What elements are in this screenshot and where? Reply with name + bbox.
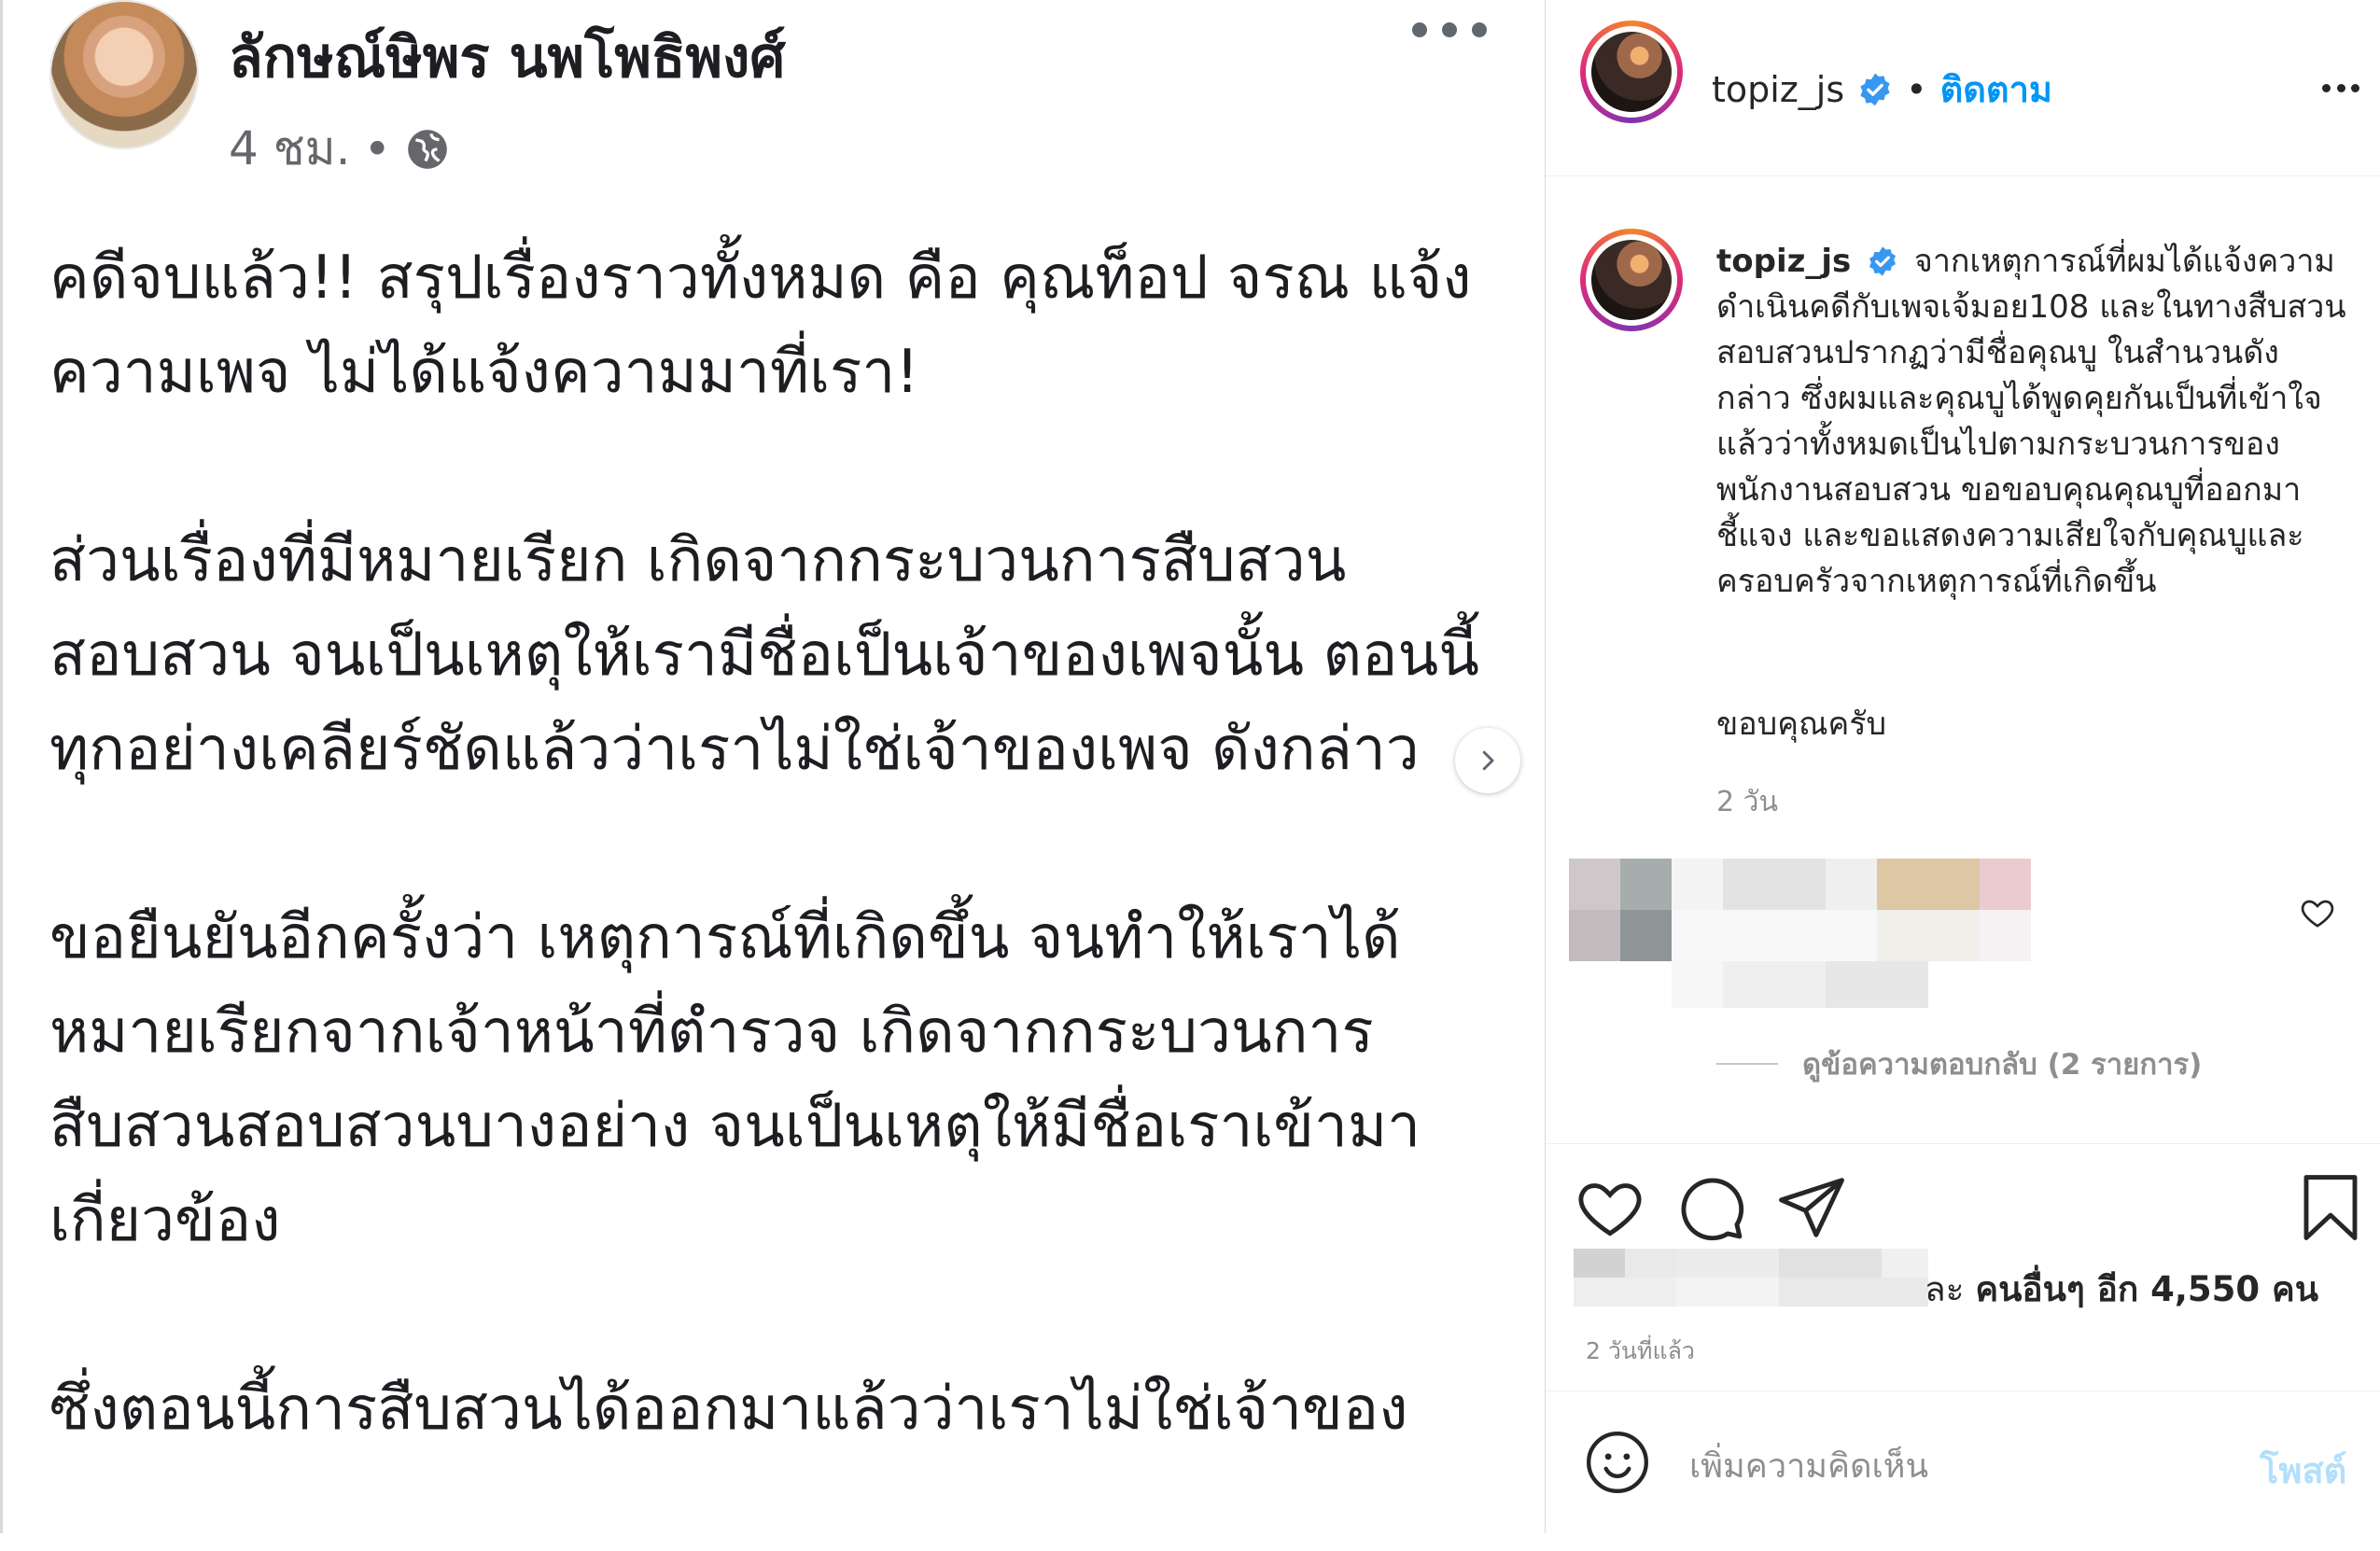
more-horizontal-icon[interactable] bbox=[1412, 11, 1487, 49]
share-icon[interactable] bbox=[1775, 1171, 1848, 1244]
verified-badge-icon bbox=[1869, 246, 1897, 276]
emoji-icon[interactable] bbox=[1583, 1428, 1652, 1497]
post-header: topiz_js • ติดตาม bbox=[1712, 61, 2052, 118]
more-options-icon[interactable] bbox=[2322, 82, 2359, 93]
caption-avatar[interactable] bbox=[1580, 229, 1683, 331]
like-comment-heart-icon[interactable] bbox=[2299, 894, 2336, 931]
bookmark-icon[interactable] bbox=[2294, 1171, 2367, 1244]
header-username[interactable]: topiz_js bbox=[1712, 69, 1844, 110]
header-dot: • bbox=[1906, 68, 1927, 110]
post-paragraph: ขอยืนยันอีกครั้งว่า เหตุการณ์ที่เกิดขึ้น… bbox=[49, 903, 1421, 1255]
author-avatar[interactable] bbox=[49, 0, 199, 149]
caption-username[interactable]: topiz_js bbox=[1716, 243, 1851, 280]
caption-thanks: ขอบคุณครับ bbox=[1716, 706, 1887, 743]
post-meta: 4 ชม. • bbox=[229, 112, 451, 186]
post-paragraph: ส่วนเรื่องที่มีหมายเรียก เกิดจากกระบวนกา… bbox=[49, 526, 1479, 784]
author-name[interactable]: ลักษณ์ษิพร นพโพธิพงศ์ bbox=[229, 13, 785, 102]
next-button[interactable] bbox=[1455, 728, 1520, 793]
post-time[interactable]: 4 ชม. bbox=[229, 112, 351, 186]
caption-text: จากเหตุการณ์ที่ผมได้แจ้งความดำเนินคดีกับ… bbox=[1716, 243, 2346, 600]
chevron-right-icon bbox=[1482, 750, 1494, 771]
caption-time: 2 วัน bbox=[1716, 786, 1778, 818]
likes-others: คนอื่นๆ อีก 4,550 คน bbox=[1975, 1269, 2319, 1309]
header-divider bbox=[1546, 175, 2380, 176]
facebook-post: ลักษณ์ษิพร นพโพธิพงศ์ 4 ชม. • คดีจบแล้ว!… bbox=[0, 0, 1540, 1533]
meta-separator: • bbox=[363, 121, 392, 176]
post-comment-button[interactable]: โพสต์ bbox=[2260, 1442, 2346, 1499]
actions-divider bbox=[1546, 1143, 2380, 1144]
instagram-post-panel: topiz_js • ติดตาม topiz_js จากเหตุการณ์ท… bbox=[1545, 0, 2380, 1533]
comment-icon[interactable] bbox=[1674, 1171, 1747, 1244]
profile-avatar[interactable] bbox=[1580, 21, 1683, 123]
likes-count[interactable]: ละ คนอื่นๆ อีก 4,550 คน bbox=[1925, 1262, 2318, 1317]
post-body: คดีจบแล้ว!! สรุปเรื่องราวทั้งหมด คือ คุณ… bbox=[49, 231, 1505, 1551]
replies-line bbox=[1716, 1063, 1778, 1065]
comment-divider bbox=[1546, 1390, 2380, 1391]
comment-input[interactable] bbox=[1687, 1442, 2195, 1490]
view-replies-button[interactable]: ดูข้อความตอบกลับ (2 รายการ) bbox=[1716, 1041, 2202, 1087]
post-time[interactable]: 2 วันที่แล้ว bbox=[1586, 1333, 1695, 1370]
post-paragraph: ซึ่งตอนนี้การสืบสวนได้ออกมาแล้วว่าเราไม่… bbox=[49, 1375, 1408, 1444]
likes-prefix: ละ bbox=[1925, 1269, 1976, 1309]
view-replies-label: ดูข้อความตอบกลับ (2 รายการ) bbox=[1802, 1048, 2203, 1082]
caption: topiz_js จากเหตุการณ์ที่ผมได้แจ้งความดำเ… bbox=[1716, 239, 2351, 605]
globe-icon bbox=[408, 129, 447, 169]
heart-icon[interactable] bbox=[1574, 1171, 1646, 1244]
follow-button[interactable]: ติดตาม bbox=[1940, 61, 2052, 118]
post-paragraph: คดีจบแล้ว!! สรุปเรื่องราวทั้งหมด คือ คุณ… bbox=[49, 244, 1472, 407]
verified-badge-icon bbox=[1860, 73, 1890, 105]
